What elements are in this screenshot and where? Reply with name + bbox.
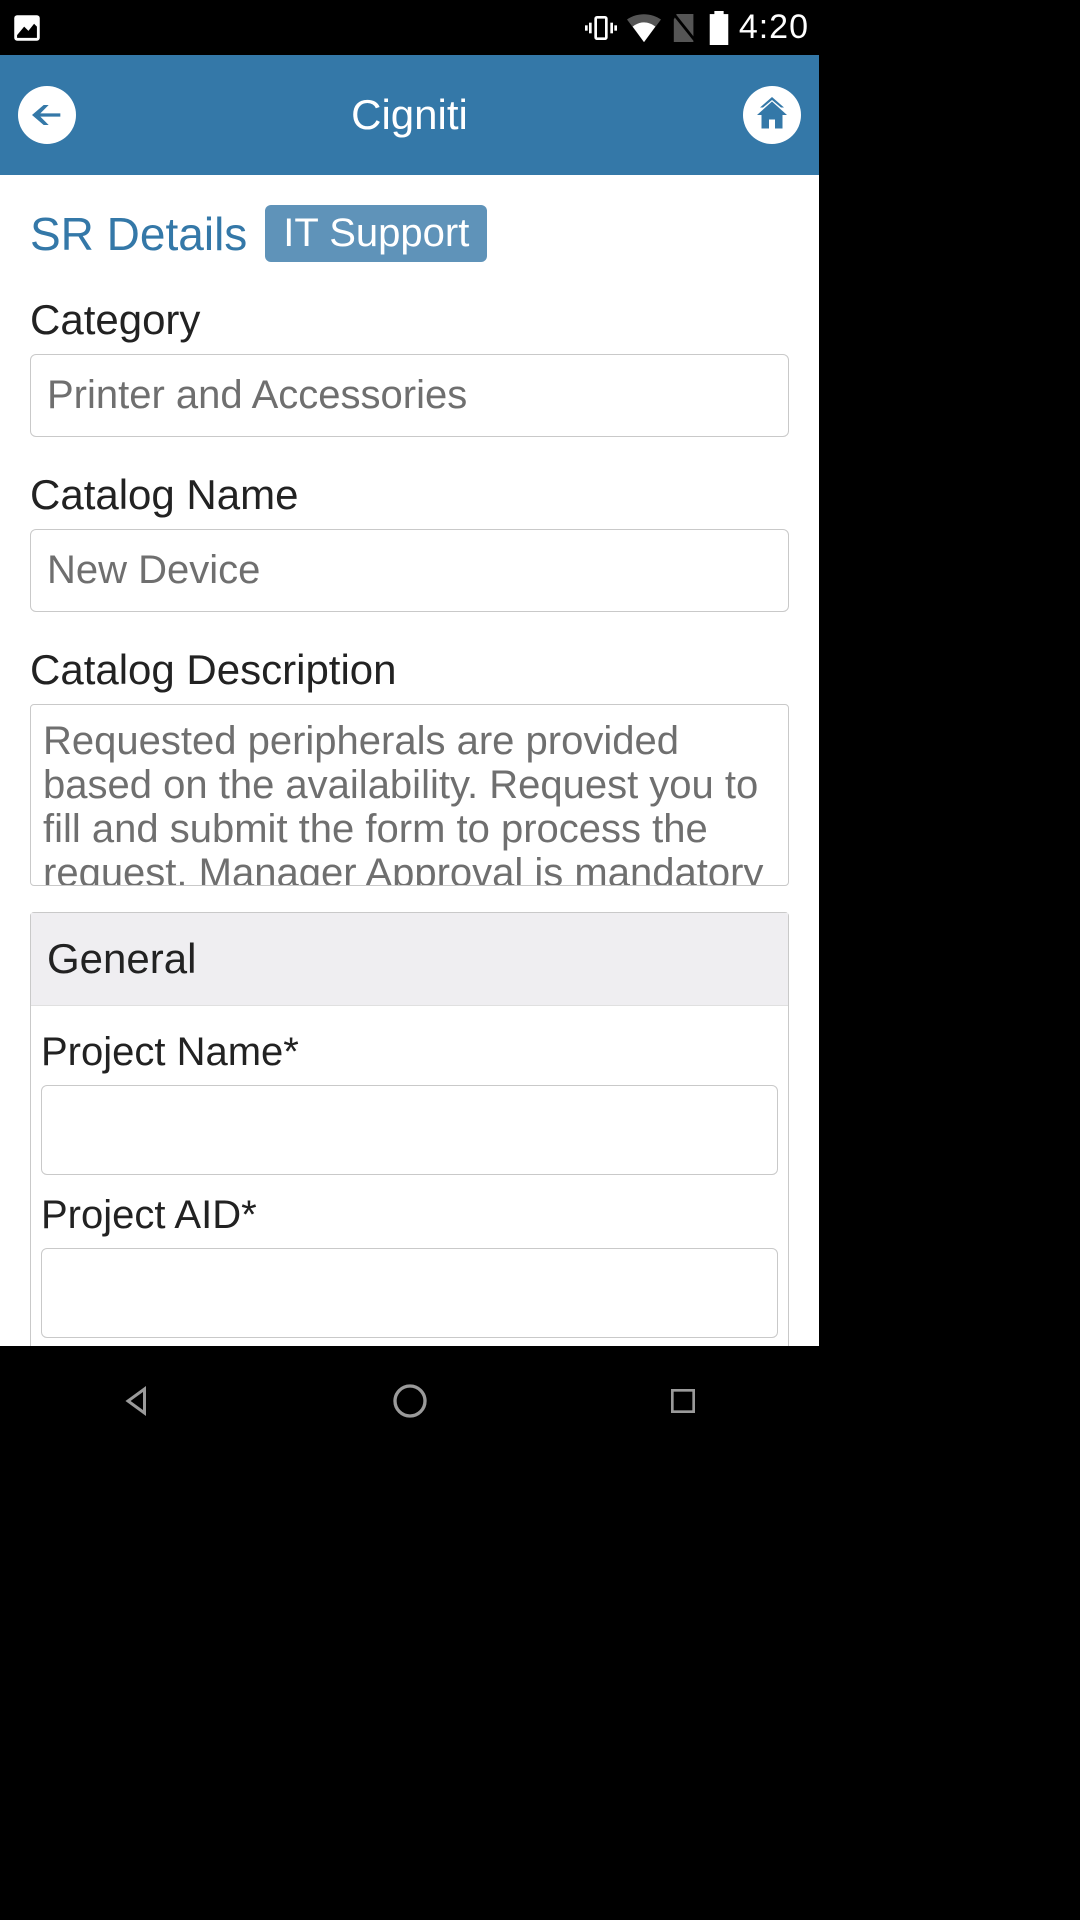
status-bar: 4:20 (0, 0, 819, 55)
home-icon (754, 97, 790, 133)
catalog-name-label: Catalog Name (30, 471, 789, 519)
catalog-desc-field: Catalog Description Requested peripheral… (0, 622, 819, 896)
status-left (10, 11, 44, 45)
circle-home-icon (390, 1381, 430, 1421)
content-area[interactable]: SR Details IT Support Category Printer a… (0, 175, 819, 1346)
wifi-icon (627, 13, 661, 43)
back-button[interactable] (18, 86, 76, 144)
home-button[interactable] (743, 86, 801, 144)
system-nav-bar (0, 1346, 819, 1456)
triangle-back-icon (119, 1383, 155, 1419)
page-title: SR Details (30, 207, 247, 261)
catalog-desc-label: Catalog Description (30, 646, 789, 694)
project-aid-input[interactable] (41, 1248, 778, 1338)
page-title-row: SR Details IT Support (0, 175, 819, 272)
project-name-input[interactable] (41, 1085, 778, 1175)
category-field: Category Printer and Accessories (0, 272, 819, 447)
battery-icon (709, 11, 729, 45)
nav-home-button[interactable] (385, 1376, 435, 1426)
app-title: Cigniti (351, 91, 468, 139)
category-label: Category (30, 296, 789, 344)
section-body: Project Name* Project AID* Business Just… (31, 1006, 788, 1346)
business-justification-label: Business Justification* (41, 1338, 778, 1346)
arrow-left-icon (27, 95, 67, 135)
nav-recents-button[interactable] (658, 1376, 708, 1426)
project-aid-label: Project AID* (41, 1193, 778, 1238)
category-input[interactable]: Printer and Accessories (30, 354, 789, 437)
section-header-general: General (31, 913, 788, 1006)
support-type-badge: IT Support (265, 205, 487, 262)
nav-back-button[interactable] (112, 1376, 162, 1426)
square-recents-icon (667, 1385, 699, 1417)
project-name-label: Project Name* (41, 1030, 778, 1075)
catalog-name-input[interactable]: New Device (30, 529, 789, 612)
general-section: General Project Name* Project AID* Busin… (30, 912, 789, 1346)
no-sim-icon (671, 11, 699, 45)
status-time: 4:20 (739, 8, 809, 47)
vibrate-icon (585, 12, 617, 44)
status-right: 4:20 (585, 8, 809, 47)
catalog-desc-text[interactable]: Requested peripherals are provided based… (30, 704, 789, 886)
app-header: Cigniti (0, 55, 819, 175)
notification-image-icon (10, 11, 44, 45)
catalog-name-field: Catalog Name New Device (0, 447, 819, 622)
device-frame: 4:20 Cigniti SR Details IT Support Categ… (0, 0, 819, 1456)
